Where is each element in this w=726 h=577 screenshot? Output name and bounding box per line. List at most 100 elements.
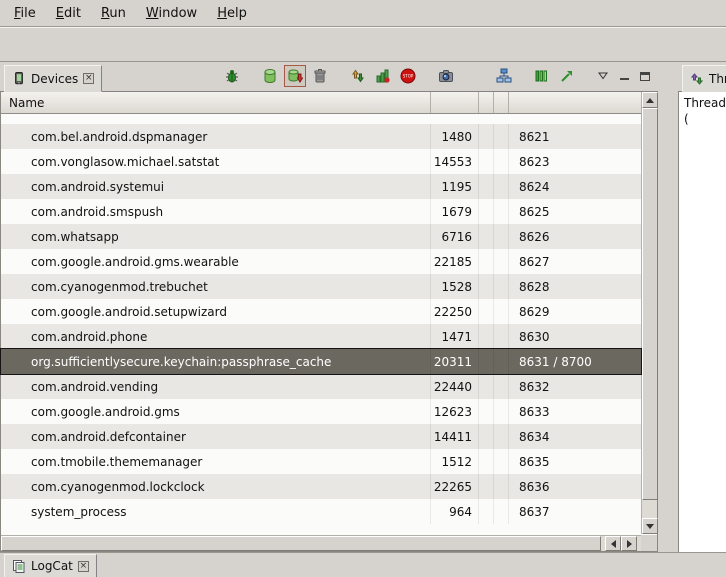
- process-col3: [479, 199, 494, 224]
- process-port: 8635: [509, 449, 641, 474]
- dump-hprof-icon: [287, 68, 303, 84]
- process-pid: 6716: [431, 224, 479, 249]
- tab-devices-label: Devices: [31, 72, 78, 86]
- tab-devices[interactable]: Devices ×: [4, 65, 102, 92]
- debug-button[interactable]: [221, 65, 243, 87]
- process-name: com.android.systemui: [1, 174, 431, 199]
- table-row[interactable]: com.android.vending 22440 8632: [1, 374, 641, 399]
- hierarchy-view-button[interactable]: [493, 65, 515, 87]
- table-row[interactable]: com.bel.android.dspmanager 1480 8621: [1, 124, 641, 149]
- process-col4: [494, 124, 509, 149]
- tab-logcat-close-icon[interactable]: ×: [78, 561, 89, 572]
- process-port: 8636: [509, 474, 641, 499]
- tab-threads[interactable]: Threads: [682, 65, 726, 92]
- minimize-button[interactable]: [615, 65, 633, 87]
- table-row[interactable]: com.android.smspush 1679 8625: [1, 199, 641, 224]
- table-row[interactable]: com.tmobile.thememanager 1512 8635: [1, 449, 641, 474]
- menu-edit[interactable]: Edit: [46, 2, 91, 25]
- tab-logcat[interactable]: LogCat ×: [4, 554, 97, 577]
- process-col3: [479, 374, 494, 399]
- vertical-scrollbar[interactable]: [641, 92, 657, 534]
- menu-file[interactable]: File: [4, 2, 46, 25]
- maximize-button[interactable]: [636, 65, 654, 87]
- threads-message-line1: Thread up: [684, 95, 726, 111]
- column-header-2[interactable]: [431, 92, 479, 113]
- column-header-3[interactable]: [479, 92, 494, 113]
- devices-table: Name com.bel.android.dspmanager 1480 862…: [0, 92, 658, 552]
- scroll-right-button[interactable]: [621, 536, 637, 551]
- cause-gc-button[interactable]: [309, 65, 331, 87]
- horizontal-scrollbar[interactable]: [1, 535, 657, 551]
- view-menu-icon: [598, 72, 608, 80]
- menubar: File Edit Run Window Help: [0, 0, 726, 27]
- table-row[interactable]: com.whatsapp 6716 8626: [1, 224, 641, 249]
- table-row-selected[interactable]: org.sufficientlysecure.keychain:passphra…: [1, 349, 641, 374]
- process-name: com.tmobile.thememanager: [1, 449, 431, 474]
- column-header-name[interactable]: Name: [1, 92, 431, 113]
- update-threads-button[interactable]: [347, 65, 369, 87]
- stop-process-button[interactable]: STOP: [397, 65, 419, 87]
- process-pid: 1528: [431, 274, 479, 299]
- process-pid: 22440: [431, 374, 479, 399]
- process-col4: [494, 249, 509, 274]
- scroll-up-button[interactable]: [642, 92, 658, 108]
- process-name: com.google.android.setupwizard: [1, 299, 431, 324]
- table-row[interactable]: com.google.android.gms 12623 8633: [1, 399, 641, 424]
- process-port: 8623: [509, 149, 641, 174]
- tab-devices-close-icon[interactable]: ×: [83, 73, 94, 84]
- maximize-icon: [640, 72, 650, 81]
- method-profiling-button[interactable]: [372, 65, 394, 87]
- capture-state-button[interactable]: [531, 65, 553, 87]
- dump-hprof-button[interactable]: [284, 65, 306, 87]
- process-pid: 14553: [431, 149, 479, 174]
- ddms-window: File Edit Run Window Help Devices ×: [0, 0, 726, 577]
- table-row[interactable]: com.google.android.gms.wearable 22185 86…: [1, 249, 641, 274]
- process-name: com.android.smspush: [1, 199, 431, 224]
- process-pid: 22250: [431, 299, 479, 324]
- process-col4: [494, 224, 509, 249]
- view-menu-button[interactable]: [594, 65, 612, 87]
- table-row[interactable]: com.vonglasow.michael.satstat 14553 8623: [1, 149, 641, 174]
- table-row[interactable]: com.cyanogenmod.lockclock 22265 8636: [1, 474, 641, 499]
- threads-message-line2: (: [684, 111, 726, 127]
- column-header-4[interactable]: [494, 92, 509, 113]
- scroll-down-button[interactable]: [642, 518, 658, 534]
- hierarchy-icon: [496, 68, 512, 84]
- process-name: com.google.android.gms.wearable: [1, 249, 431, 274]
- trace-icon: [559, 68, 575, 84]
- update-threads-icon: [350, 68, 366, 84]
- process-port: 8626: [509, 224, 641, 249]
- table-row[interactable]: com.google.android.setupwizard 22250 862…: [1, 299, 641, 324]
- horizontal-scroll-thumb[interactable]: [1, 536, 601, 551]
- menu-help[interactable]: Help: [207, 2, 257, 25]
- process-col3: [479, 324, 494, 349]
- table-row[interactable]: com.cyanogenmod.trebuchet 1528 8628: [1, 274, 641, 299]
- process-port: 8625: [509, 199, 641, 224]
- table-row[interactable]: com.android.phone 1471 8630: [1, 324, 641, 349]
- method-profiling-icon: [375, 68, 391, 84]
- process-name: system_process: [1, 499, 431, 524]
- process-col4: [494, 274, 509, 299]
- table-row[interactable]: com.android.systemui 1195 8624: [1, 174, 641, 199]
- table-row[interactable]: com.android.defcontainer 14411 8634: [1, 424, 641, 449]
- process-col4: [494, 424, 509, 449]
- logcat-tabbar: LogCat ×: [0, 552, 726, 577]
- table-row[interactable]: system_process 964 8637: [1, 499, 641, 524]
- devices-panel: Devices ×: [0, 62, 658, 552]
- process-pid: 1195: [431, 174, 479, 199]
- device-icon: [12, 71, 26, 86]
- scroll-left-button[interactable]: [605, 536, 621, 551]
- vertical-scroll-thumb[interactable]: [642, 108, 658, 500]
- process-col3: [479, 249, 494, 274]
- panel-sash[interactable]: [658, 62, 678, 552]
- screen-capture-button[interactable]: [435, 65, 457, 87]
- update-heap-icon: [262, 68, 278, 84]
- menu-window[interactable]: Window: [136, 2, 207, 25]
- process-port: 8637: [509, 499, 641, 524]
- column-header-5[interactable]: [509, 92, 641, 113]
- update-heap-button[interactable]: [259, 65, 281, 87]
- process-pid: 1679: [431, 199, 479, 224]
- menu-run[interactable]: Run: [91, 2, 136, 25]
- logcat-icon: [12, 559, 26, 573]
- trace-button[interactable]: [556, 65, 578, 87]
